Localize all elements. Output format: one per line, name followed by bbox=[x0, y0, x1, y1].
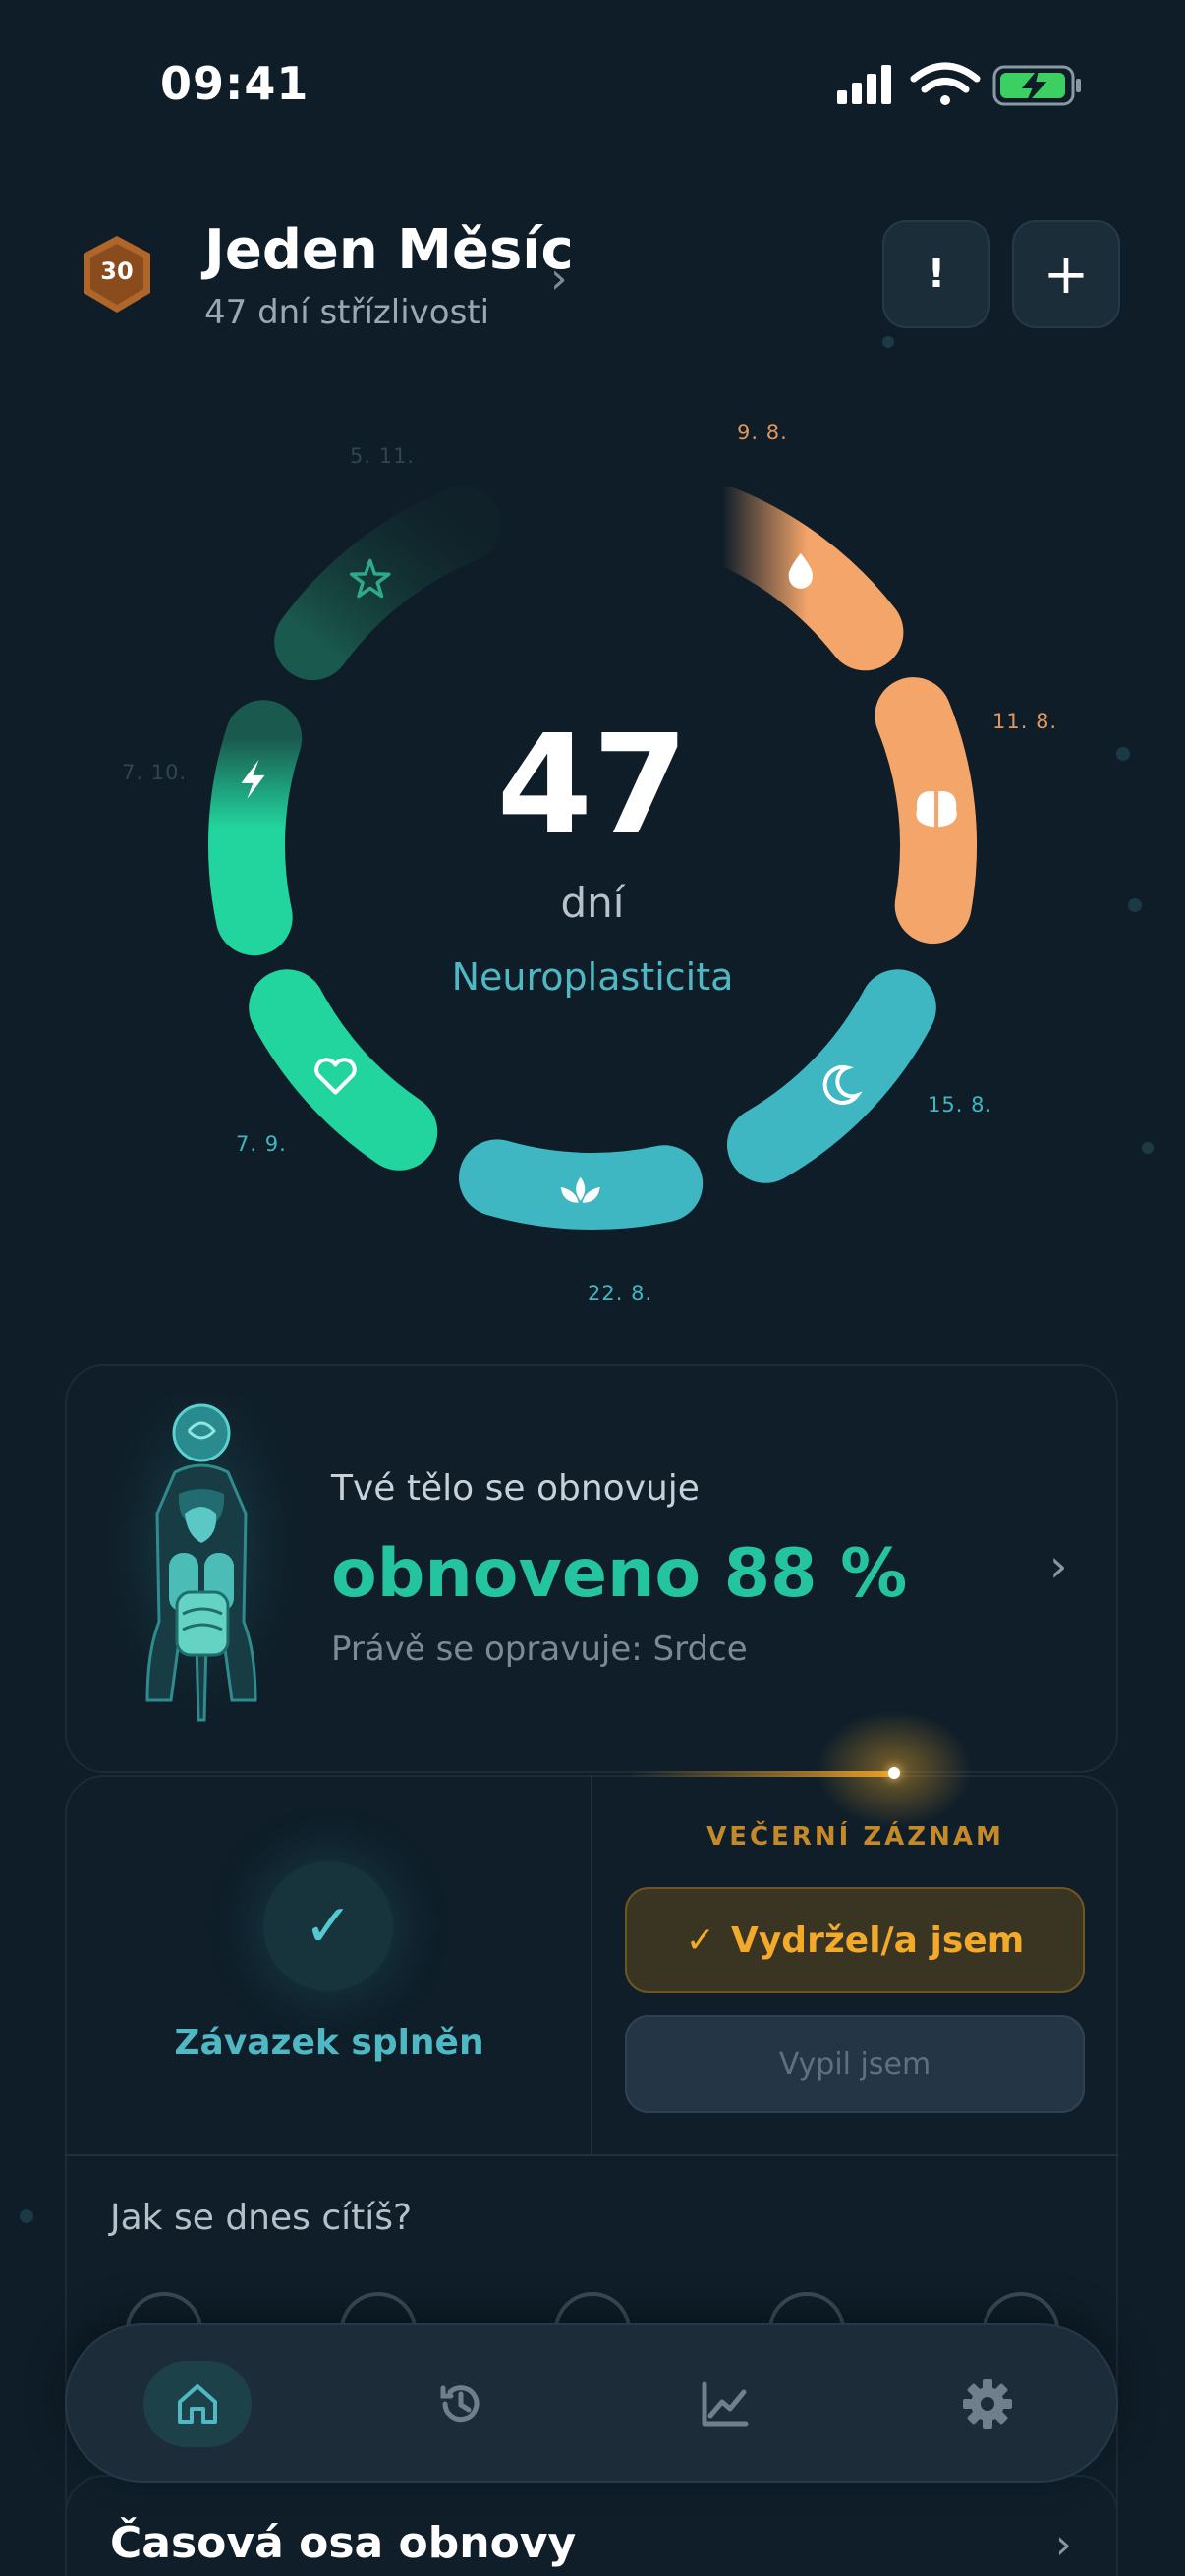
milestone-date-moon: 15. 8. bbox=[928, 1093, 993, 1116]
history-icon bbox=[440, 2385, 480, 2423]
current-phase[interactable]: Neuroplasticita bbox=[373, 955, 812, 999]
body-card-subtitle: Právě se opravuje: Srdce bbox=[331, 1630, 748, 1669]
milestone-date-heart: 7. 9. bbox=[236, 1132, 287, 1156]
status-time: 09:41 bbox=[160, 57, 310, 110]
home-icon bbox=[178, 2384, 217, 2424]
milestone-date-drop: 9. 8. bbox=[737, 421, 788, 444]
chart-icon bbox=[702, 2381, 749, 2427]
timeline-title: Časová osa obnovy bbox=[110, 2518, 577, 2568]
days-unit: dní bbox=[560, 879, 625, 927]
decorative-dot bbox=[20, 2209, 33, 2223]
badge-number: 30 bbox=[100, 258, 134, 285]
battery-charging-icon bbox=[992, 65, 1081, 106]
body-recovery-value: obnoveno 88 % bbox=[331, 1535, 908, 1613]
wifi-icon bbox=[910, 62, 981, 105]
chevron-right-icon[interactable]: › bbox=[1055, 2520, 1072, 2568]
cellular-signal-icon bbox=[837, 65, 891, 104]
milestone-date-bolt: 7. 10. bbox=[122, 761, 188, 784]
evening-record-label: VEČERNÍ ZÁZNAM bbox=[706, 1822, 1004, 1852]
alert-button[interactable]: ! bbox=[882, 220, 990, 328]
chevron-right-icon[interactable]: › bbox=[1049, 1539, 1067, 1592]
add-button[interactable]: + bbox=[1012, 220, 1120, 328]
mood-question: Jak se dnes cítíš? bbox=[110, 2198, 413, 2238]
milestone-date-star: 5. 11. bbox=[350, 444, 416, 468]
divider bbox=[65, 2154, 1118, 2156]
tab-home[interactable] bbox=[143, 2361, 252, 2447]
decorative-dot bbox=[882, 336, 894, 348]
chevron-right-icon[interactable]: › bbox=[550, 254, 568, 304]
drank-button[interactable]: Vypil jsem bbox=[625, 2015, 1085, 2113]
ring-segment-star[interactable] bbox=[274, 486, 502, 681]
days-count: 47 bbox=[496, 706, 689, 866]
check-icon: ✓ bbox=[685, 1919, 715, 1961]
tab-settings[interactable] bbox=[933, 2361, 1042, 2447]
ring-segment-heart[interactable] bbox=[249, 969, 438, 1171]
body-card-title: Tvé tělo se obnovuje bbox=[331, 1468, 700, 1509]
ring-segment-moon[interactable] bbox=[727, 969, 936, 1183]
sobriety-days-subtitle: 47 dní střízlivosti bbox=[204, 293, 490, 332]
milestone-date-brain: 11. 8. bbox=[992, 710, 1058, 733]
decorative-dot bbox=[1116, 747, 1130, 761]
decorative-dot bbox=[1128, 898, 1142, 912]
body-figure-icon bbox=[108, 1396, 295, 1730]
status-icons bbox=[837, 62, 1081, 106]
decorative-dot bbox=[1142, 1142, 1154, 1154]
held-button[interactable]: ✓ Vydržel/a jsem bbox=[625, 1887, 1085, 1993]
tab-statistics[interactable] bbox=[670, 2361, 778, 2447]
glow-line bbox=[629, 1771, 894, 1777]
milestone-title[interactable]: Jeden Měsíc bbox=[204, 218, 574, 282]
tab-history[interactable] bbox=[407, 2361, 515, 2447]
commitment-label: Závazek splněn bbox=[174, 2023, 484, 2063]
commitment-check-icon[interactable]: ✓ bbox=[263, 1861, 393, 1991]
glow-dot bbox=[888, 1767, 900, 1779]
milestone-date-lotus: 22. 8. bbox=[588, 1282, 653, 1305]
settings-icon bbox=[963, 2379, 1012, 2429]
held-button-label: Vydržel/a jsem bbox=[730, 1919, 1025, 1961]
